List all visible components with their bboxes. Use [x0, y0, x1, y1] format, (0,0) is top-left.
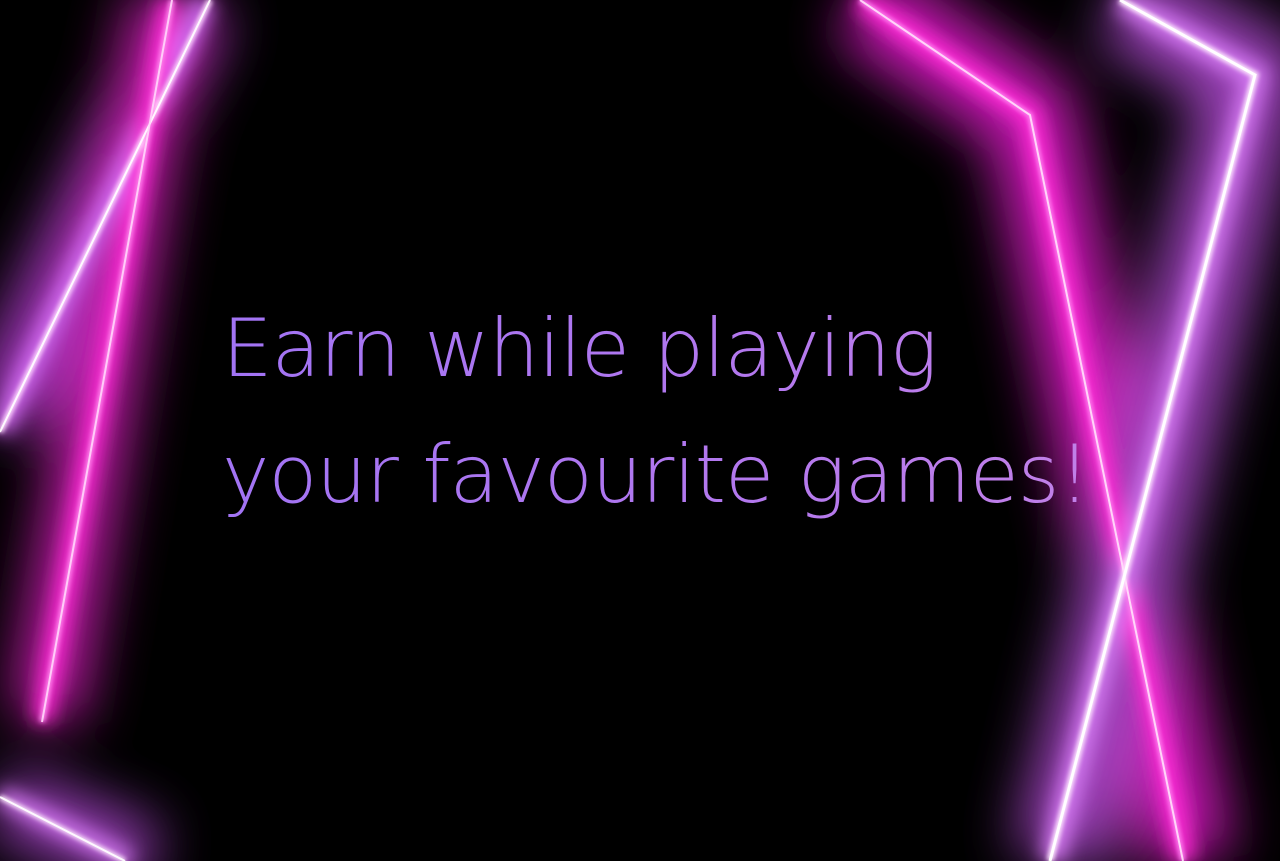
headline-line-2: your favourite games!	[222, 428, 1090, 521]
promo-banner: Earn while playing your favourite games!	[0, 0, 1280, 861]
headline: Earn while playing your favourite games!	[222, 286, 1182, 538]
headline-line-1: Earn while playing	[222, 302, 937, 395]
